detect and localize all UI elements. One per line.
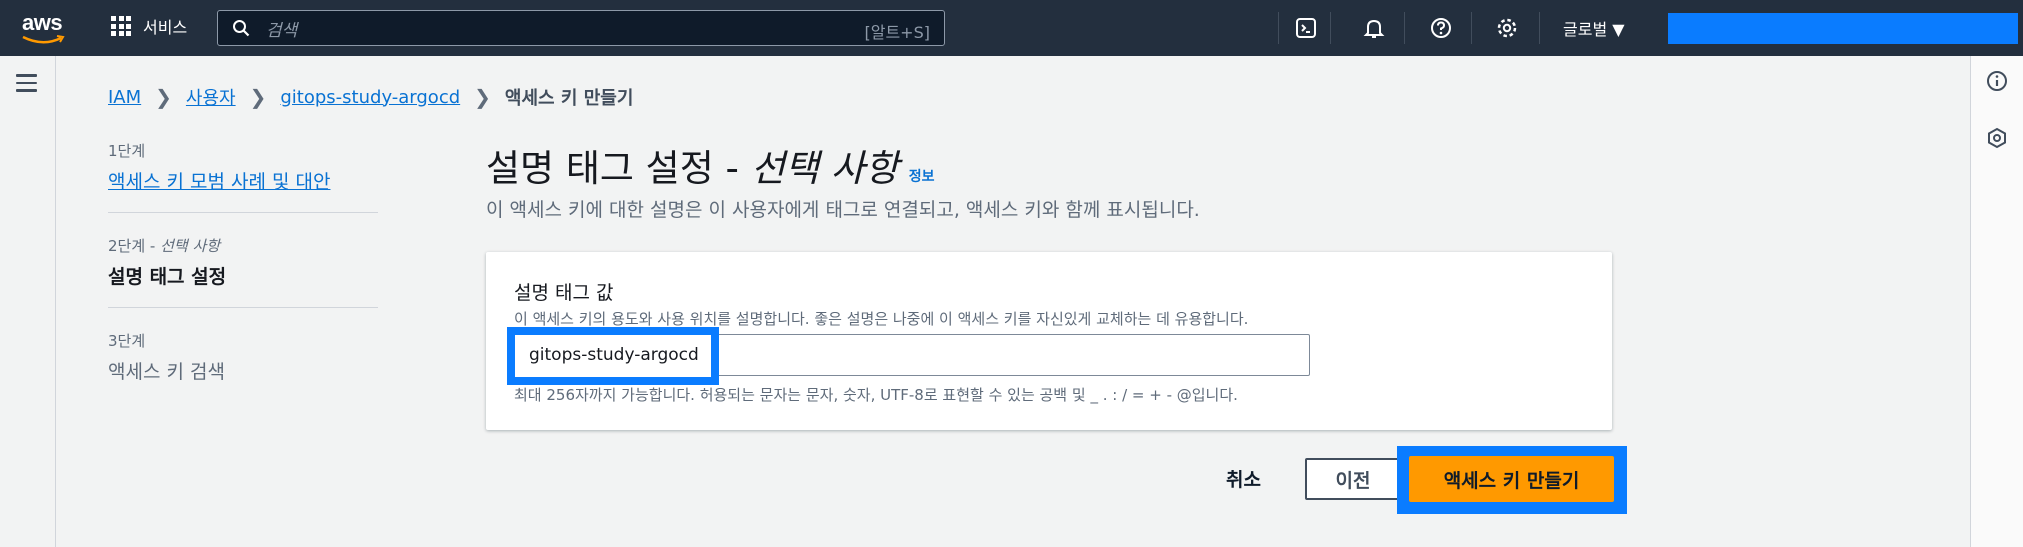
breadcrumb-users[interactable]: 사용자 bbox=[186, 84, 236, 110]
notifications-icon[interactable] bbox=[1362, 16, 1386, 40]
cloudshell-icon[interactable] bbox=[1294, 16, 1318, 40]
settings-icon[interactable] bbox=[1495, 16, 1519, 40]
services-label: 서비스 bbox=[143, 18, 188, 37]
nav-divider bbox=[1330, 12, 1331, 44]
nav-divider bbox=[1539, 12, 1540, 44]
top-navigation: aws 서비스 검색 [알트+S] 글로벌 ▼ bbox=[0, 0, 2023, 56]
nav-divider bbox=[1471, 12, 1472, 44]
step-1: 1단계 액세스 키 모범 사례 및 대안 bbox=[108, 140, 378, 213]
breadcrumb: IAM ❯ 사용자 ❯ gitops-study-argocd ❯ 액세스 키 … bbox=[108, 84, 633, 110]
step-number: 1단계 bbox=[108, 142, 146, 160]
step-number: 3단계 bbox=[108, 332, 146, 350]
optional-label: 선택 사항 bbox=[750, 147, 899, 190]
smile-arrow-icon bbox=[22, 35, 65, 44]
step-number: 2단계 - 선택 사항 bbox=[108, 237, 221, 255]
services-menu[interactable]: 서비스 bbox=[111, 14, 187, 38]
step-2: 2단계 - 선택 사항 설명 태그 설정 bbox=[108, 235, 378, 308]
right-utility-bar bbox=[1970, 56, 2023, 547]
step-current: 설명 태그 설정 bbox=[108, 266, 227, 288]
chevron-right-icon: ❯ bbox=[155, 85, 172, 109]
search-placeholder: 검색 bbox=[266, 20, 298, 41]
chevron-right-icon: ❯ bbox=[474, 85, 491, 109]
breadcrumb-iam[interactable]: IAM bbox=[108, 87, 141, 108]
info-link[interactable]: 정보 bbox=[909, 166, 935, 186]
step-link[interactable]: 액세스 키 모범 사례 및 대안 bbox=[108, 171, 330, 193]
previous-button[interactable]: 이전 bbox=[1305, 458, 1401, 500]
aws-logo[interactable]: aws bbox=[18, 10, 70, 46]
nav-divider bbox=[1404, 12, 1405, 44]
wizard-steps: 1단계 액세스 키 모범 사례 및 대안 2단계 - 선택 사항 설명 태그 설… bbox=[108, 140, 378, 424]
step-3: 3단계 액세스 키 검색 bbox=[108, 330, 378, 402]
nav-divider bbox=[1278, 12, 1279, 44]
chevron-right-icon: ❯ bbox=[249, 85, 267, 109]
grid-icon bbox=[111, 16, 131, 36]
field-constraint: 최대 256자까지 가능합니다. 허용되는 문자는 문자, 숫자, UTF-8로… bbox=[514, 386, 1238, 404]
input-value: gitops-study-argocd bbox=[529, 345, 699, 365]
help-icon[interactable] bbox=[1429, 16, 1453, 40]
region-selector[interactable]: 글로벌 ▼ bbox=[1563, 16, 1625, 40]
breadcrumb-current: 액세스 키 만들기 bbox=[504, 88, 634, 109]
field-label: 설명 태그 값 bbox=[514, 282, 614, 304]
page-description: 이 액세스 키에 대한 설명은 이 사용자에게 태그로 연결되고, 액세스 키와… bbox=[486, 199, 1200, 221]
create-access-key-button[interactable]: 액세스 키 만들기 bbox=[1409, 456, 1614, 502]
description-tag-panel: 설명 태그 값 이 액세스 키의 용도와 사용 위치를 설명합니다. 좋은 설명… bbox=[486, 252, 1612, 430]
breadcrumb-user[interactable]: gitops-study-argocd bbox=[280, 87, 460, 108]
field-description: 이 액세스 키의 용도와 사용 위치를 설명합니다. 좋은 설명은 나중에 이 … bbox=[514, 310, 1249, 328]
description-tag-input[interactable]: gitops-study-argocd bbox=[507, 327, 1310, 385]
account-menu[interactable] bbox=[1668, 13, 2018, 44]
cancel-button[interactable]: 취소 bbox=[1226, 465, 1261, 492]
info-icon[interactable] bbox=[1986, 70, 2008, 92]
left-sidebar bbox=[0, 56, 56, 547]
search-icon bbox=[233, 20, 250, 37]
hamburger-menu-icon[interactable] bbox=[16, 74, 37, 92]
page-title: 설명 태그 설정 - 선택 사항 정보 bbox=[486, 138, 935, 192]
step-disabled: 액세스 키 검색 bbox=[108, 361, 225, 383]
search-input[interactable]: 검색 [알트+S] bbox=[217, 10, 945, 46]
search-shortcut: [알트+S] bbox=[864, 23, 931, 42]
hexagon-icon[interactable] bbox=[1986, 127, 2008, 149]
